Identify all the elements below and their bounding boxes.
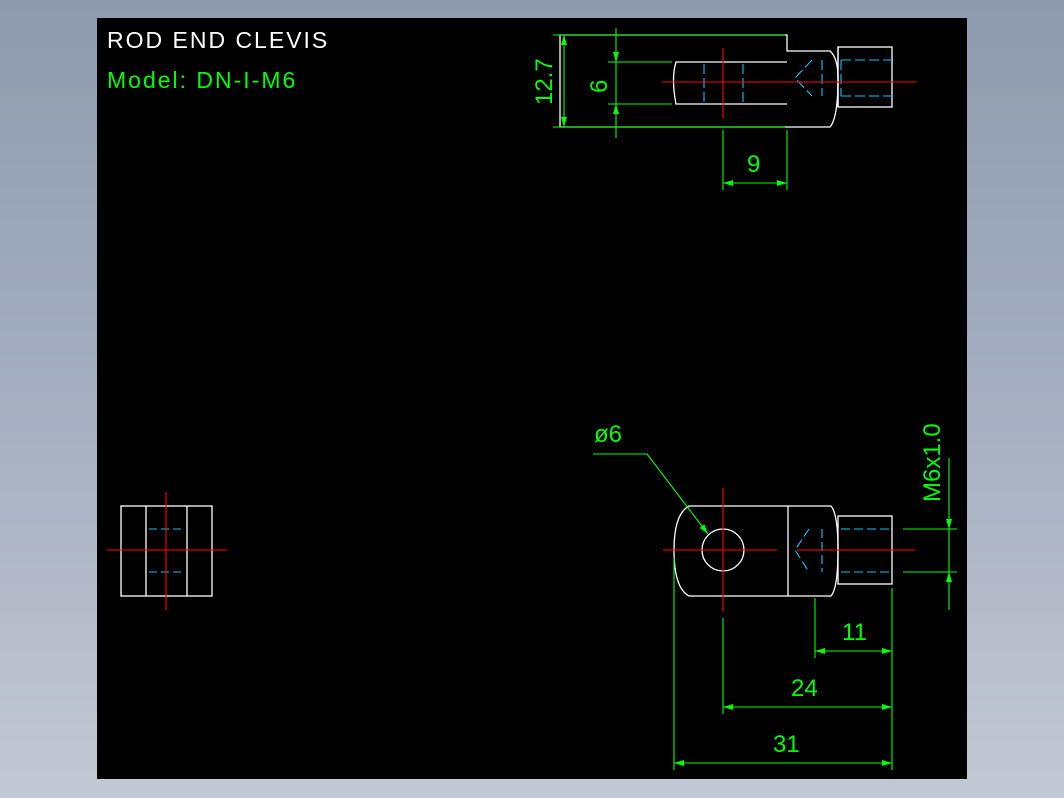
end-view — [107, 492, 227, 610]
dim-overall-length: 31 — [773, 731, 800, 758]
model-label: Model: DN-I-M6 — [107, 67, 297, 93]
cad-drawing: ROD END CLEVIS Model: DN-I-M6 12.7 6 9 ø… — [107, 27, 957, 770]
dim-top-slot: 6 — [586, 80, 613, 93]
front-view-dimensions — [593, 453, 957, 770]
drawing-title: ROD END CLEVIS — [107, 27, 329, 53]
dim-thread-length: 11 — [842, 619, 867, 646]
front-view — [663, 488, 915, 612]
dim-top-height: 12.7 — [531, 58, 558, 105]
top-view-hidden — [703, 59, 892, 102]
dim-hole-diameter: ø6 — [594, 421, 622, 448]
dim-pin-to-end: 24 — [791, 675, 818, 702]
dim-thread: M6x1.0 — [919, 423, 946, 502]
drawing-canvas: ROD END CLEVIS Model: DN-I-M6 12.7 6 9 ø… — [97, 18, 967, 779]
top-view — [559, 34, 917, 128]
dim-top-depth: 9 — [747, 151, 760, 178]
